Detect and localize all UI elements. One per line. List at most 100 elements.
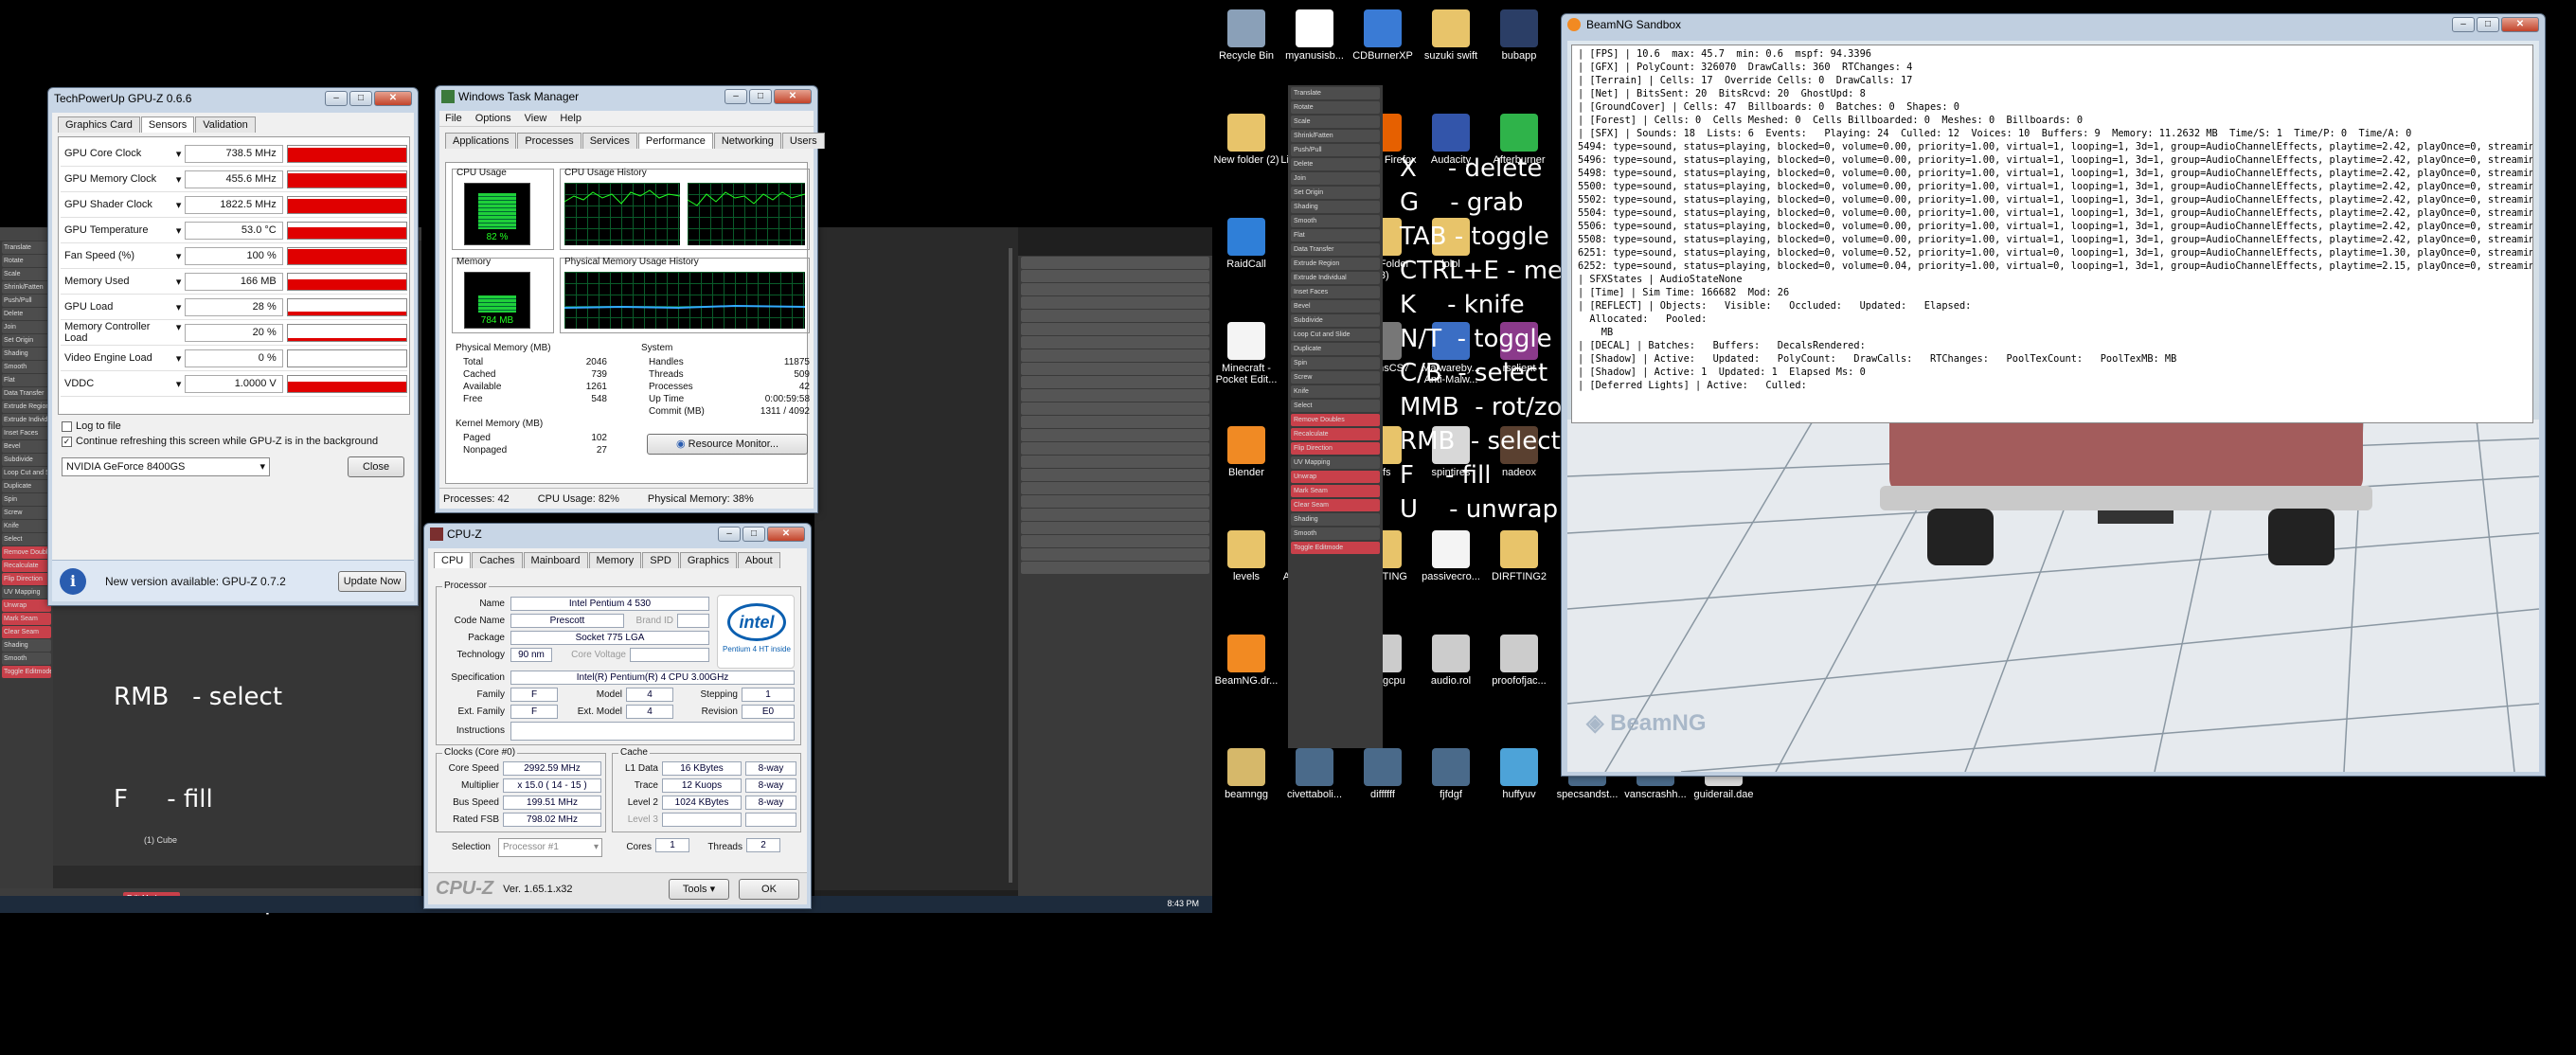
tool-shelf-item[interactable]: Spin <box>2 493 51 506</box>
tab-mainboard[interactable]: Mainboard <box>523 552 588 568</box>
tool-shelf-item[interactable]: Unwrap <box>1291 471 1380 483</box>
tab-sensors[interactable]: Sensors <box>140 116 195 133</box>
tool-shelf-item[interactable]: UV Mapping <box>2 586 51 599</box>
tool-shelf-item[interactable]: Extrude Individual <box>2 414 51 426</box>
properties-row[interactable] <box>1021 363 1209 375</box>
tab-cpu[interactable]: CPU <box>434 552 472 568</box>
desktop-icon[interactable]: bubapp <box>1485 9 1553 62</box>
tab-networking[interactable]: Networking <box>713 133 781 149</box>
cpuz-titlebar[interactable]: CPU-Z – □ ✕ <box>424 524 811 545</box>
tool-shelf-item[interactable]: Toggle Editmode <box>1291 542 1380 554</box>
tab-spd[interactable]: SPD <box>642 552 679 568</box>
minimize-button[interactable]: – <box>325 91 348 106</box>
minimize-button[interactable]: – <box>724 89 747 104</box>
properties-row[interactable] <box>1021 456 1209 468</box>
menu-file[interactable]: File <box>445 113 462 124</box>
tool-shelf-item[interactable]: Bevel <box>2 440 51 453</box>
tab-caches[interactable]: Caches <box>472 552 523 568</box>
tool-shelf-item[interactable]: Set Origin <box>2 334 51 347</box>
properties-row[interactable] <box>1021 336 1209 349</box>
sensor-name[interactable]: Memory Controller Load ▾ <box>61 321 185 344</box>
tool-shelf-item[interactable]: Join <box>1291 172 1380 185</box>
blender-viewport-middle[interactable] <box>814 227 1018 890</box>
tool-shelf-item[interactable]: Select <box>2 533 51 545</box>
desktop-icon[interactable]: New folder (2) <box>1212 114 1280 166</box>
gpuz-titlebar[interactable]: TechPowerUp GPU-Z 0.6.6 – □ ✕ <box>48 88 418 109</box>
desktop-icon[interactable]: Blender <box>1212 426 1280 478</box>
tool-shelf-item[interactable]: Recalculate <box>1291 428 1380 440</box>
tab-users[interactable]: Users <box>781 133 825 149</box>
menu-help[interactable]: Help <box>560 113 581 124</box>
properties-row[interactable] <box>1021 323 1209 335</box>
tool-shelf-item[interactable]: Shrink/Fatten <box>2 281 51 294</box>
tool-shelf-item[interactable]: Shrink/Fatten <box>1291 130 1380 142</box>
close-window-button[interactable]: ✕ <box>2501 17 2539 32</box>
tool-shelf-item[interactable]: Duplicate <box>2 480 51 492</box>
tool-shelf-item[interactable]: Screw <box>1291 371 1380 384</box>
sensor-name[interactable]: VDDC ▾ <box>61 378 185 390</box>
tab-applications[interactable]: Applications <box>445 133 517 149</box>
properties-row[interactable] <box>1021 509 1209 521</box>
properties-row[interactable] <box>1021 310 1209 322</box>
tool-shelf-item[interactable]: Data Transfer <box>2 387 51 400</box>
tool-shelf-item[interactable]: Toggle Editmode <box>2 666 51 678</box>
tool-shelf-item[interactable]: Clear Seam <box>1291 499 1380 511</box>
tab-about[interactable]: About <box>737 552 780 568</box>
sensor-name[interactable]: Fan Speed (%) ▾ <box>61 250 185 262</box>
tab-memory[interactable]: Memory <box>588 552 642 568</box>
tool-shelf-item[interactable]: Extrude Region <box>2 401 51 413</box>
desktop-icon[interactable]: audio.rol <box>1417 635 1485 687</box>
properties-row[interactable] <box>1021 283 1209 295</box>
properties-row[interactable] <box>1021 416 1209 428</box>
beamng-titlebar[interactable]: BeamNG Sandbox – □ ✕ <box>1562 14 2545 35</box>
maximize-button[interactable]: □ <box>349 91 372 106</box>
sensor-name[interactable]: GPU Shader Clock ▾ <box>61 199 185 211</box>
desktop-icon[interactable]: suzuki swift <box>1417 9 1485 62</box>
properties-row[interactable] <box>1021 402 1209 415</box>
tool-shelf-item[interactable]: Mark Seam <box>2 613 51 625</box>
sensor-name[interactable]: GPU Memory Clock ▾ <box>61 173 185 186</box>
desktop-icon[interactable]: RaidCall <box>1212 218 1280 270</box>
continue-refresh-checkbox[interactable]: ✓ <box>62 436 72 447</box>
tab-graphics[interactable]: Graphics <box>679 552 737 568</box>
tool-shelf-item[interactable]: Shading <box>2 348 51 360</box>
desktop-icon[interactable]: BeamNG.dr... <box>1212 635 1280 687</box>
tool-shelf-item[interactable]: Rotate <box>2 255 51 267</box>
tool-shelf-item[interactable]: Loop Cut and Slide <box>1291 329 1380 341</box>
close-window-button[interactable]: ✕ <box>774 89 812 104</box>
tool-shelf-item[interactable]: Remove Doubles <box>1291 414 1380 426</box>
desktop-icon[interactable]: diffffff <box>1349 748 1417 800</box>
tool-shelf-item[interactable]: Subdivide <box>1291 314 1380 327</box>
tool-shelf-item[interactable]: Inset Faces <box>2 427 51 439</box>
tool-shelf-item[interactable]: Flip Direction <box>2 573 51 585</box>
properties-row[interactable] <box>1021 442 1209 455</box>
sensor-name[interactable]: GPU Core Clock ▾ <box>61 148 185 160</box>
tool-shelf-item[interactable]: Inset Faces <box>1291 286 1380 298</box>
menu-view[interactable]: View <box>525 113 547 124</box>
desktop-icon[interactable]: CDBurnerXP <box>1349 9 1417 62</box>
tool-shelf-item[interactable]: Duplicate <box>1291 343 1380 355</box>
tool-shelf-item[interactable]: Subdivide <box>2 454 51 466</box>
tool-shelf-item[interactable]: Knife <box>2 520 51 532</box>
tool-shelf-item[interactable]: Flip Direction <box>1291 442 1380 455</box>
desktop-icon[interactable]: Recycle Bin <box>1212 9 1280 62</box>
tool-shelf-item[interactable]: Extrude Individual <box>1291 272 1380 284</box>
tool-shelf-item[interactable]: Set Origin <box>1291 187 1380 199</box>
resource-monitor-button[interactable]: ◉ Resource Monitor... <box>647 434 808 455</box>
properties-row[interactable] <box>1021 522 1209 534</box>
tab-validation[interactable]: Validation <box>195 116 256 133</box>
tool-shelf-item[interactable]: Recalculate <box>2 560 51 572</box>
log-to-file-row[interactable]: Log to file <box>52 415 414 432</box>
tool-shelf-item[interactable]: Delete <box>1291 158 1380 170</box>
menu-options[interactable]: Options <box>475 113 511 124</box>
properties-row[interactable] <box>1021 296 1209 309</box>
tool-shelf-item[interactable]: Smooth <box>1291 528 1380 540</box>
properties-row[interactable] <box>1021 562 1209 574</box>
desktop-icon[interactable]: proofofjac... <box>1485 635 1553 687</box>
tab-processes[interactable]: Processes <box>517 133 581 149</box>
sensor-name[interactable]: GPU Temperature ▾ <box>61 224 185 237</box>
tool-shelf-item[interactable]: Smooth <box>2 653 51 665</box>
log-to-file-checkbox[interactable] <box>62 420 72 432</box>
close-button[interactable]: Close <box>348 456 404 477</box>
tool-shelf-item[interactable]: Translate <box>2 241 51 254</box>
